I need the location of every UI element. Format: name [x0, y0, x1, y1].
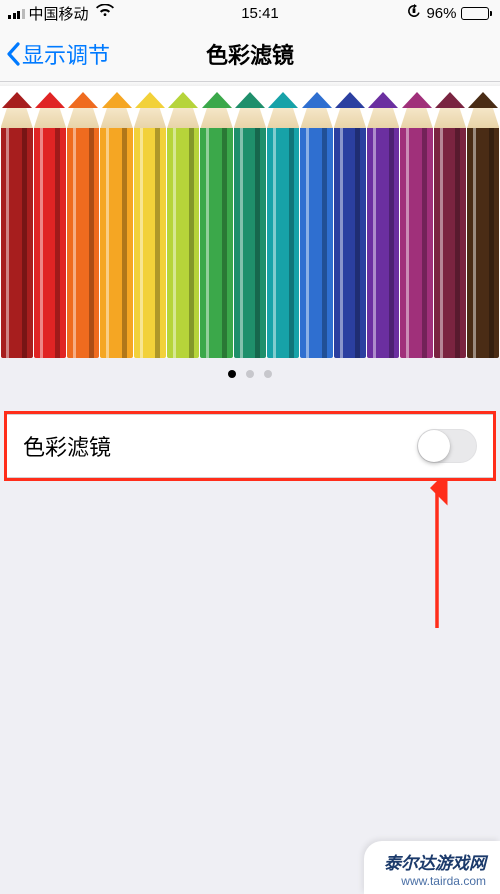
watermark-url: www.tairda.com [384, 874, 486, 888]
color-filter-label: 色彩滤镜 [23, 430, 111, 462]
pencil [234, 92, 266, 352]
chevron-left-icon [6, 42, 20, 66]
status-right: 96% [406, 3, 492, 23]
pencil [467, 92, 499, 352]
status-left: 中国移动 [8, 3, 114, 24]
pencil [167, 92, 199, 352]
battery-icon [461, 7, 493, 20]
wifi-icon [96, 4, 114, 22]
pencil [267, 92, 299, 352]
signal-icon [8, 7, 25, 19]
pencil [134, 92, 166, 352]
page-dot[interactable] [264, 370, 272, 378]
page-dot[interactable] [228, 370, 236, 378]
status-bar: 中国移动 15:41 96% [0, 0, 500, 26]
pencil [434, 92, 466, 352]
carrier-label: 中国移动 [29, 3, 89, 24]
pencil [1, 92, 33, 352]
pencil [34, 92, 66, 352]
color-filter-preview[interactable] [0, 82, 500, 358]
settings-group: 色彩滤镜 [0, 411, 500, 481]
highlight-annotation: 色彩滤镜 [4, 411, 496, 481]
pencil [67, 92, 99, 352]
pencil [400, 92, 432, 352]
watermark-title: 泰尔达游戏网 [384, 849, 486, 874]
color-filter-row[interactable]: 色彩滤镜 [7, 414, 493, 478]
pencil [100, 92, 132, 352]
color-filter-toggle[interactable] [417, 429, 477, 463]
pencil [300, 92, 332, 352]
pencil [334, 92, 366, 352]
pencil [367, 92, 399, 352]
page-dot[interactable] [246, 370, 254, 378]
arrow-annotation [412, 478, 462, 638]
nav-bar: 显示调节 色彩滤镜 [0, 26, 500, 82]
page-title: 色彩滤镜 [206, 38, 294, 70]
pencil [200, 92, 232, 352]
back-button[interactable]: 显示调节 [0, 38, 110, 70]
toggle-knob [418, 430, 450, 462]
battery-percent: 96% [426, 5, 456, 22]
back-label: 显示调节 [22, 38, 110, 70]
watermark: 泰尔达游戏网 www.tairda.com [364, 841, 500, 894]
pagination-dots[interactable] [0, 358, 500, 390]
orientation-lock-icon [406, 3, 422, 23]
clock: 15:41 [241, 5, 279, 22]
